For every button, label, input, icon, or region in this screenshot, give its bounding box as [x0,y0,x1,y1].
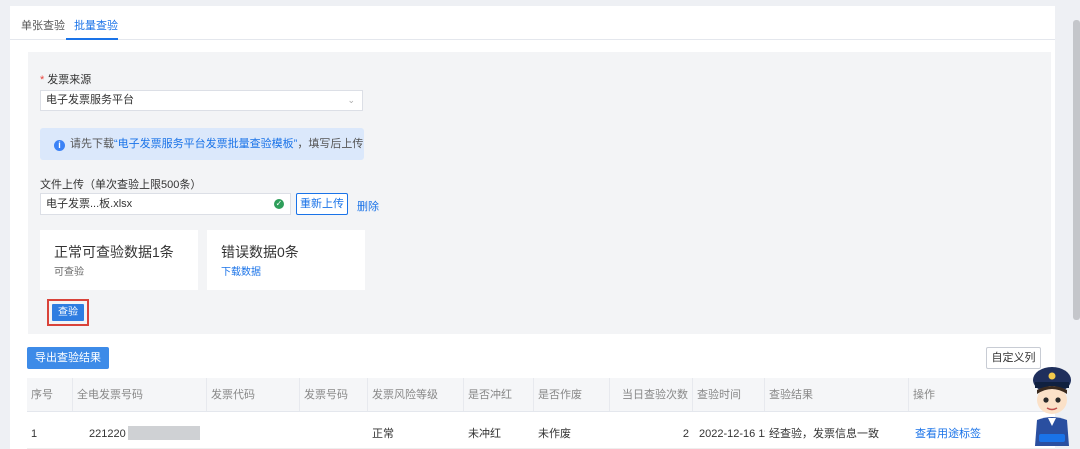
col-header-check-time: 查验时间 [693,378,765,411]
required-asterisk: * [40,74,45,86]
cell-voided: 未作废 [538,428,571,440]
template-notice: i 请先下载“电子发票服务平台发票批量查验模板”，填写后上传 [40,128,364,160]
cell-check-count: 2 [682,428,689,440]
reupload-button[interactable]: 重新上传 [296,193,348,215]
table-row: 1 221220 正常 未冲红 未作废 2 2022-12-16 11:20 经… [27,412,1055,449]
valid-data-status: 可查验 [54,267,84,278]
cell-risk: 正常 [372,428,394,440]
source-label-wrap: * 发票来源 [40,71,91,87]
col-header-voided: 是否作废 [534,378,610,411]
cell-reversed: 未冲红 [468,428,501,440]
error-data-card: 错误数据0条 下载数据 [207,230,365,290]
batch-check-page: 单张查验 批量查验 * 发票来源 电子发票服务平台 ⌄ i 请先下载“电子发票服务平… [10,6,1055,449]
col-header-risk: 发票风险等级 [368,378,464,411]
notice-prefix: 请先下载 [70,138,114,150]
cell-invoice-no [300,412,368,448]
col-header-index: 序号 [27,378,73,411]
info-icon: i [54,140,65,151]
active-tab-indicator [66,38,118,40]
export-results-button[interactable]: 导出查验结果 [27,347,109,369]
cell-check-time: 2022-12-16 11:20 [699,428,765,440]
tab-bar: 单张查验 批量查验 [10,6,1055,40]
delete-file-link[interactable]: 删除 [357,198,379,214]
valid-data-card: 正常可查验数据1条 可查验 [40,230,198,290]
tax-officer-mascot-icon[interactable] [1027,360,1077,446]
template-download-link[interactable]: “电子发票服务平台发票批量查验模板” [114,138,297,150]
col-header-full-number: 全电发票号码 [73,378,207,411]
tab-batch-check[interactable]: 批量查验 [74,17,118,33]
notice-suffix: ，填写后上传 [297,138,364,150]
full-number-text: 221220 [89,428,126,440]
table-header: 序号 全电发票号码 发票代码 发票号码 发票风险等级 是否冲红 是否作废 当日查… [27,378,1055,412]
page-scrollbar[interactable] [1073,20,1080,320]
col-header-invoice-no: 发票号码 [300,378,368,411]
error-data-count: 错误数据0条 [221,244,299,260]
check-circle-icon: ✓ [274,199,284,209]
cell-full-number: 221220 [73,412,207,448]
batch-form-panel: * 发票来源 电子发票服务平台 ⌄ i 请先下载“电子发票服务平台发票批量查验模板”… [28,52,1051,334]
col-header-result: 查验结果 [765,378,909,411]
redacted-mask [127,426,200,440]
cell-code [207,412,300,448]
upload-label: 文件上传（单次查验上限500条） [40,179,202,191]
cell-result: 经查验，发票信息一致 [769,428,879,440]
uploaded-file-name: 电子发票...板.xlsx [46,198,133,210]
col-header-check-count: 当日查验次数 [610,378,693,411]
valid-data-count: 正常可查验数据1条 [54,244,174,260]
source-label: 发票来源 [47,74,92,86]
col-header-code: 发票代码 [207,378,300,411]
check-button-highlight: 查验 [47,299,89,326]
check-button[interactable]: 查验 [52,304,84,321]
col-header-reversed: 是否冲红 [464,378,534,411]
uploaded-file-field: 电子发票...板.xlsx ✓ [40,193,291,215]
tab-single-check[interactable]: 单张查验 [21,17,65,33]
invoice-source-value: 电子发票服务平台 [46,94,134,106]
chevron-down-icon: ⌄ [347,95,355,105]
download-error-data-link[interactable]: 下载数据 [221,263,261,278]
invoice-source-select[interactable]: 电子发票服务平台 ⌄ [40,90,363,111]
cell-index: 1 [31,428,38,440]
